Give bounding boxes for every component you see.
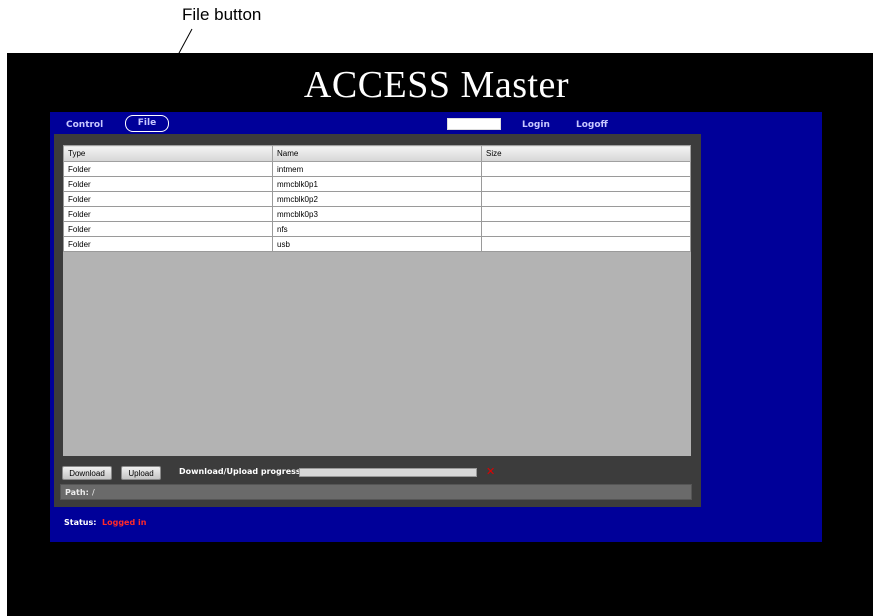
cell-name: usb	[272, 236, 482, 252]
login-input[interactable]	[447, 118, 501, 130]
cell-name: mmcblk0p2	[272, 191, 482, 207]
cell-size	[481, 206, 691, 222]
table-row[interactable]: Folder mmcblk0p2	[63, 191, 691, 207]
status-label: Status:	[64, 518, 97, 527]
table-header-row: Type Name Size	[63, 145, 691, 162]
cell-name: mmcblk0p1	[272, 176, 482, 192]
column-header-size[interactable]: Size	[481, 145, 691, 162]
progress-label: Download/Upload progress:	[179, 467, 304, 476]
logoff-link[interactable]: Logoff	[576, 120, 608, 130]
file-list-area[interactable]: Type Name Size Folder intmem Folder mmcb…	[63, 145, 691, 456]
table-row[interactable]: Folder intmem	[63, 161, 691, 177]
cell-size	[481, 236, 691, 252]
app-panel: Control File Login Logoff Type Name Size…	[50, 112, 822, 542]
cell-size	[481, 176, 691, 192]
status-value: Logged in	[102, 518, 147, 527]
column-header-name[interactable]: Name	[272, 145, 482, 162]
cell-name: nfs	[272, 221, 482, 237]
path-label: Path:	[65, 488, 89, 497]
cell-size	[481, 191, 691, 207]
nav-control-link[interactable]: Control	[66, 120, 103, 130]
cell-type: Folder	[63, 236, 273, 252]
cell-type: Folder	[63, 221, 273, 237]
table-row[interactable]: Folder nfs	[63, 221, 691, 237]
progress-bar	[299, 468, 477, 477]
login-link[interactable]: Login	[522, 120, 550, 130]
upload-button[interactable]: Upload	[121, 466, 161, 480]
cell-type: Folder	[63, 206, 273, 222]
path-bar: Path: /	[60, 484, 692, 500]
table-row[interactable]: Folder usb	[63, 236, 691, 252]
table-row[interactable]: Folder mmcblk0p3	[63, 206, 691, 222]
cell-size	[481, 161, 691, 177]
file-table: Type Name Size Folder intmem Folder mmcb…	[63, 145, 691, 252]
table-row[interactable]: Folder mmcblk0p1	[63, 176, 691, 192]
cell-size	[481, 221, 691, 237]
cell-name: intmem	[272, 161, 482, 177]
cell-type: Folder	[63, 191, 273, 207]
column-header-type[interactable]: Type	[63, 145, 273, 162]
path-value: /	[92, 488, 95, 497]
file-browser: Type Name Size Folder intmem Folder mmcb…	[54, 134, 701, 507]
cell-type: Folder	[63, 176, 273, 192]
download-button[interactable]: Download	[62, 466, 112, 480]
nav-file-button[interactable]: File	[125, 115, 169, 132]
app-title: ACCESS Master	[303, 64, 570, 106]
cell-type: Folder	[63, 161, 273, 177]
cell-name: mmcblk0p3	[272, 206, 482, 222]
cancel-transfer-icon[interactable]: ✕	[486, 465, 495, 478]
